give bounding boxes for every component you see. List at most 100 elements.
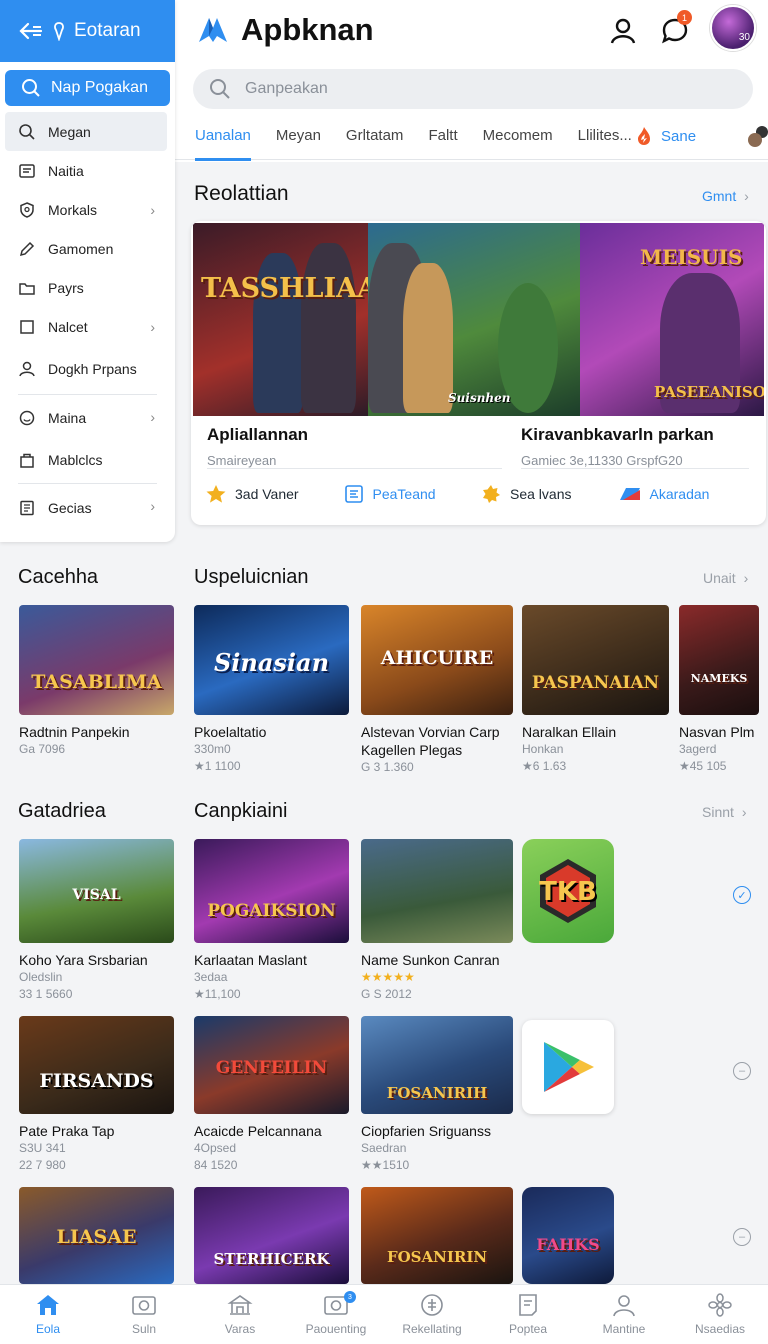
section-title: Uspeluicnian [194, 566, 309, 588]
section-see-all-link[interactable]: Sinnt › [702, 804, 746, 820]
tab-uanalan[interactable]: Uanalan [195, 112, 251, 161]
sidebar-item-naitia[interactable]: Naitia [0, 151, 175, 190]
tab-llilites[interactable]: Llilites... [578, 112, 632, 160]
app-thumbnail: AHICUIRE [361, 605, 513, 715]
app-tile[interactable]: TKB [522, 839, 614, 943]
document-icon [344, 485, 363, 503]
logo-icon [199, 18, 227, 42]
nav-poptea[interactable]: Poptea [480, 1285, 576, 1344]
app-tile[interactable]: FAHKS [522, 1187, 614, 1284]
app-name: Alstevan Vorvian Carp Kagellen Plegas [361, 724, 500, 758]
sidebar-item-maina[interactable]: Maina › [0, 397, 175, 439]
action-flag[interactable]: Akaradan [618, 483, 756, 505]
nav-label: Poptea [508, 1322, 548, 1336]
nav-paouenting[interactable]: 3 Paouenting [288, 1285, 384, 1344]
nav-nsaedias[interactable]: Nsaedias [672, 1285, 768, 1344]
app-tile[interactable]: PASPANAIAN Naralkan Ellain Honkan ★6 1.6… [522, 605, 669, 775]
sidebar-item-gecias[interactable]: Gecias › [0, 486, 175, 530]
action-star[interactable]: 3ad Vaner [205, 483, 343, 505]
app-thumbnail: NAMEKS [679, 605, 759, 715]
nav-varas[interactable]: Varas [192, 1285, 288, 1344]
tab-sane-label: Sane [661, 127, 697, 145]
sidebar-item-megan[interactable]: Megan [5, 112, 167, 151]
thumbnail-title: FOSANIRIH [386, 1084, 488, 1102]
app-rating: ★45 105 [679, 759, 727, 773]
sidebar: Eotaran Nap Pogakan Megan Naitia Morkals… [0, 0, 175, 542]
brand[interactable]: Apbknan [195, 12, 374, 48]
app-thumbnail: TKB [522, 839, 614, 943]
app-meta: 33 1 5660 [19, 987, 73, 1001]
app-tile[interactable]: VISAL Koho Yara Srsbarian Oledslin 33 1 … [19, 839, 174, 1003]
chevron-right-icon: › [150, 498, 155, 514]
action-document[interactable]: PeaTeand [343, 483, 481, 505]
featured-card[interactable]: TASSHLIAA Suisnhen MEISUIS PASEEANISON A… [191, 221, 766, 525]
nav-eola[interactable]: Eola [0, 1285, 96, 1344]
search-placeholder: Ganpeakan [245, 80, 328, 97]
app-tile[interactable]: AHICUIRE Alstevan Vorvian Carp Kagellen … [361, 605, 513, 776]
app-tile[interactable]: POGAIKSION Karlaatan Maslant 3edaa ★11,1… [194, 839, 349, 1003]
app-tile[interactable]: NAMEKS Nasvan Plm 3agerd ★45 105 [679, 605, 759, 775]
thumbnail-title: NAMEKS [690, 672, 748, 685]
featured-right-info: Kiravanbkavarln parkan Gamiec 3e,11330 G… [521, 425, 714, 468]
app-meta: Ga 7096 [19, 742, 66, 756]
sidebar-item-label: Gamomen [48, 240, 114, 257]
search-input[interactable]: Ganpeakan [193, 69, 753, 109]
info-icon[interactable]: ✓ [733, 886, 751, 904]
app-tile[interactable] [522, 1020, 614, 1114]
sidebar-item-label: Morkals [48, 201, 98, 218]
action-badge[interactable]: Sea lvans [480, 483, 618, 505]
tab-grltatam[interactable]: Grltatam [346, 112, 404, 160]
sidebar-item-morkals[interactable]: Morkals › [0, 190, 175, 229]
chevron-right-icon: › [743, 570, 749, 586]
featured-banner[interactable]: TASSHLIAA Suisnhen MEISUIS PASEEANISON [193, 223, 764, 416]
sidebar-divider [18, 483, 157, 484]
notifications-button[interactable]: 1 [660, 10, 692, 46]
sidebar-item-gamomen[interactable]: Gamomen [0, 229, 175, 268]
tab-sane[interactable]: Sane [635, 112, 768, 160]
avatar-small-icon [748, 126, 768, 147]
thumbnail-title: STERHICERK [213, 1250, 330, 1268]
app-name: Nasvan Plm [679, 724, 755, 740]
book-icon [20, 500, 34, 516]
app-thumbnail: FIRSANDS [19, 1016, 174, 1114]
sidebar-item-label: Mablclcs [48, 452, 103, 468]
banner-panel: Suisnhen [368, 223, 580, 416]
sidebar-search-label: Nap Pogakan [51, 79, 148, 96]
back-arrow-icon[interactable] [18, 21, 44, 41]
tab-faltt[interactable]: Faltt [428, 112, 457, 160]
app-meta: G 3 1.360 [361, 760, 414, 774]
nav-mantine[interactable]: Mantine [576, 1285, 672, 1344]
search-icon [19, 123, 35, 140]
nav-rekellating[interactable]: Rekellating [384, 1285, 480, 1344]
more-icon[interactable]: – [733, 1228, 751, 1246]
user-icon [610, 18, 636, 44]
avatar[interactable]: 30 [710, 5, 756, 51]
featured-left-info: Apliallannan Smaireyean [207, 425, 308, 468]
sidebar-item-payrs[interactable]: Payrs [0, 268, 175, 307]
app-tile[interactable]: FOSANIRIN [361, 1187, 513, 1284]
featured-see-all-link[interactable]: Gmnt › [702, 188, 749, 204]
app-meta: 84 1520 [194, 1158, 238, 1172]
app-name: Karlaatan Maslant [194, 952, 307, 968]
app-tile[interactable]: TASABLIMA Radtnin Panpekin Ga 7096 [19, 605, 174, 758]
section-see-all-link[interactable]: Unait › [703, 570, 748, 586]
app-tile[interactable]: FIRSANDS Pate Praka Tap S3U 341 22 7 980 [19, 1016, 174, 1174]
profile-button[interactable] [608, 16, 638, 46]
app-tile[interactable]: STERHICERK [194, 1187, 349, 1284]
sidebar-item-mablclcs[interactable]: Mablclcs [0, 439, 175, 481]
app-thumbnail: GENFEILIN [194, 1016, 349, 1114]
app-tile[interactable]: FOSANIRIH Ciopfarien Sriguanss Saedran ★… [361, 1016, 513, 1174]
app-meta: 330m0 [194, 742, 231, 756]
more-icon[interactable]: – [733, 1062, 751, 1080]
tab-meyan[interactable]: Meyan [276, 112, 321, 160]
app-tile[interactable]: Sinasian Pkoelaltatio 330m0 ★1 1100 [194, 605, 349, 775]
sidebar-item-nalcet[interactable]: Nalcet › [0, 307, 175, 346]
nav-label: Eola [35, 1322, 61, 1336]
app-tile[interactable]: GENFEILIN Acaicde Pelcannana 4Opsed 84 1… [194, 1016, 349, 1174]
sidebar-item-dogkh-prpans[interactable]: Dogkh Prpans [0, 346, 175, 392]
tab-mecomem[interactable]: Mecomem [483, 112, 553, 160]
app-tile[interactable]: LIASAE [19, 1187, 174, 1284]
sidebar-search-button[interactable]: Nap Pogakan [5, 70, 170, 106]
app-tile[interactable]: Name Sunkon Canran ★★★★★ G S 2012 [361, 839, 513, 1003]
nav-suln[interactable]: Suln [96, 1285, 192, 1344]
